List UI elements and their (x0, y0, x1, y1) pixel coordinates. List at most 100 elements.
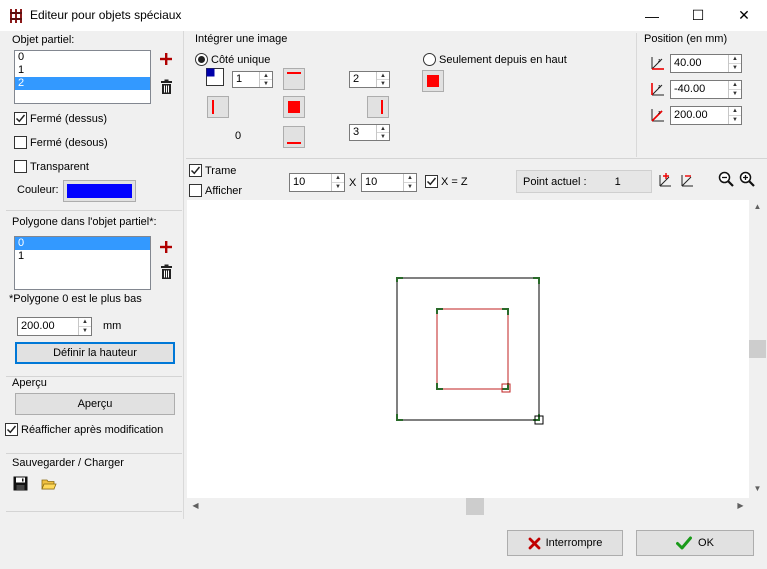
spin-down-icon[interactable]: ▼ (404, 182, 416, 191)
zoom-out-button[interactable] (718, 171, 734, 187)
spin-up-icon[interactable]: ▲ (260, 72, 272, 79)
trash-icon (161, 79, 172, 94)
checkbox-box[interactable] (189, 164, 202, 177)
checkbox-box[interactable] (425, 175, 438, 188)
checkbox-box[interactable] (14, 136, 27, 149)
transparent-checkbox[interactable]: Transparent (14, 160, 89, 173)
spin-up-icon[interactable]: ▲ (377, 125, 389, 132)
side-top-right-stepper[interactable]: 2 ▲ ▼ (349, 71, 390, 88)
scroll-down-icon[interactable]: ▼ (749, 484, 766, 493)
spin-down-icon[interactable]: ▼ (332, 182, 344, 191)
position-y-value[interactable]: -40.00 (671, 81, 728, 98)
spin-down-icon[interactable]: ▼ (729, 115, 741, 124)
position-x-value[interactable]: 40.00 (671, 55, 728, 72)
list-item[interactable]: 1 (15, 250, 150, 263)
from-top-radio[interactable]: Seulement depuis en haut (423, 53, 567, 66)
list-item[interactable]: 0 (15, 51, 150, 64)
side-bottom-right-stepper[interactable]: 3 ▲ ▼ (349, 124, 390, 141)
color-picker-button[interactable] (63, 180, 136, 202)
scroll-left-icon[interactable]: ◀ (187, 501, 204, 510)
cancel-button[interactable]: Interrompre (507, 530, 623, 556)
polygon-list[interactable]: 0 1 (14, 236, 151, 290)
scroll-up-icon[interactable]: ▲ (749, 202, 766, 211)
spin-down-icon[interactable]: ▼ (729, 89, 741, 98)
side-left-stepper[interactable]: 1 ▲ ▼ (232, 71, 273, 88)
remove-point-button[interactable] (679, 172, 695, 188)
grid-x-stepper[interactable]: 10 ▲ ▼ (289, 173, 345, 192)
checkbox-box[interactable] (14, 160, 27, 173)
scroll-thumb[interactable] (749, 340, 766, 358)
list-item[interactable]: 0 (15, 237, 150, 250)
checkbox-box[interactable] (189, 184, 202, 197)
polygon-drawing[interactable] (187, 200, 749, 498)
outer-vertex-handles[interactable] (396, 277, 540, 421)
spin-up-icon[interactable]: ▲ (377, 72, 389, 79)
delete-partial-object-button[interactable] (160, 79, 173, 95)
inner-polygon[interactable] (436, 308, 509, 390)
side-center-tile[interactable] (283, 96, 305, 118)
single-side-radio[interactable]: Côté unique (195, 53, 270, 66)
position-z-stepper[interactable]: 200.00 ▲ ▼ (670, 106, 742, 125)
zoom-in-button[interactable] (739, 171, 755, 187)
open-button[interactable] (41, 477, 57, 491)
checkbox-box[interactable] (14, 112, 27, 125)
spin-up-icon[interactable]: ▲ (729, 55, 741, 63)
side-top-tile[interactable] (283, 68, 305, 90)
delete-polygon-button[interactable] (160, 264, 173, 280)
add-partial-object-button[interactable] (159, 52, 173, 66)
spin-up-icon[interactable]: ▲ (729, 107, 741, 115)
spin-up-icon[interactable]: ▲ (729, 81, 741, 89)
scroll-right-icon[interactable]: ▶ (732, 501, 749, 510)
drawing-canvas[interactable] (187, 200, 749, 498)
show-checkbox[interactable]: Afficher (189, 184, 242, 197)
grid-checkbox[interactable]: Trame (189, 164, 236, 177)
ok-button[interactable]: OK (636, 530, 754, 556)
height-value[interactable]: 200.00 (18, 318, 78, 335)
side-right-tile[interactable] (367, 96, 389, 118)
refresh-checkbox[interactable]: Réafficher après modification (5, 423, 163, 436)
x-eq-z-checkbox[interactable]: X = Z (425, 175, 468, 188)
spin-down-icon[interactable]: ▼ (79, 326, 91, 335)
spin-down-icon[interactable]: ▼ (260, 79, 272, 87)
side-bottom-tile[interactable] (283, 126, 305, 148)
inner-vertex-handles[interactable] (436, 308, 509, 390)
spin-down-icon[interactable]: ▼ (729, 63, 741, 72)
outer-polygon[interactable] (396, 277, 540, 421)
height-stepper[interactable]: 200.00 ▲ ▼ (17, 317, 92, 336)
maximize-button[interactable]: ☐ (675, 0, 721, 31)
define-height-button[interactable]: Définir la hauteur (15, 342, 175, 364)
list-item[interactable]: 1 (15, 64, 150, 77)
spin-up-icon[interactable]: ▲ (332, 174, 344, 182)
add-polygon-button[interactable] (159, 240, 173, 254)
save-button[interactable] (13, 476, 28, 491)
close-button[interactable]: ✕ (721, 0, 767, 31)
grid-y-value[interactable]: 10 (362, 174, 403, 191)
spin-up-icon[interactable]: ▲ (79, 318, 91, 326)
radio-dot[interactable] (195, 53, 208, 66)
list-item[interactable]: 2 (15, 77, 150, 90)
position-z-value[interactable]: 200.00 (671, 107, 728, 124)
grid-x-value[interactable]: 10 (290, 174, 331, 191)
side-left-tile[interactable] (207, 96, 229, 118)
spin-down-icon[interactable]: ▼ (377, 79, 389, 87)
radio-dot[interactable] (423, 53, 436, 66)
vertical-scrollbar[interactable]: ▲ ▼ (749, 200, 766, 498)
side-bottom-right-value[interactable]: 3 (350, 125, 376, 140)
closed-top-checkbox[interactable]: Fermé (dessus) (14, 112, 107, 125)
horizontal-scrollbar[interactable]: ◀ ▶ (187, 498, 749, 515)
side-left-value[interactable]: 1 (233, 72, 259, 87)
side-top-right-value[interactable]: 2 (350, 72, 376, 87)
checkbox-box[interactable] (5, 423, 18, 436)
position-x-stepper[interactable]: 40.00 ▲ ▼ (670, 54, 742, 73)
from-top-tile[interactable] (422, 70, 444, 92)
partial-object-list[interactable]: 0 1 2 (14, 50, 151, 104)
spin-down-icon[interactable]: ▼ (377, 132, 389, 140)
add-point-button[interactable] (657, 172, 673, 188)
minimize-button[interactable]: — (629, 0, 675, 31)
grid-y-stepper[interactable]: 10 ▲ ▼ (361, 173, 417, 192)
scroll-thumb[interactable] (466, 498, 484, 515)
spin-up-icon[interactable]: ▲ (404, 174, 416, 182)
closed-bottom-checkbox[interactable]: Fermé (desous) (14, 136, 108, 149)
preview-button[interactable]: Aperçu (15, 393, 175, 415)
position-y-stepper[interactable]: -40.00 ▲ ▼ (670, 80, 742, 99)
